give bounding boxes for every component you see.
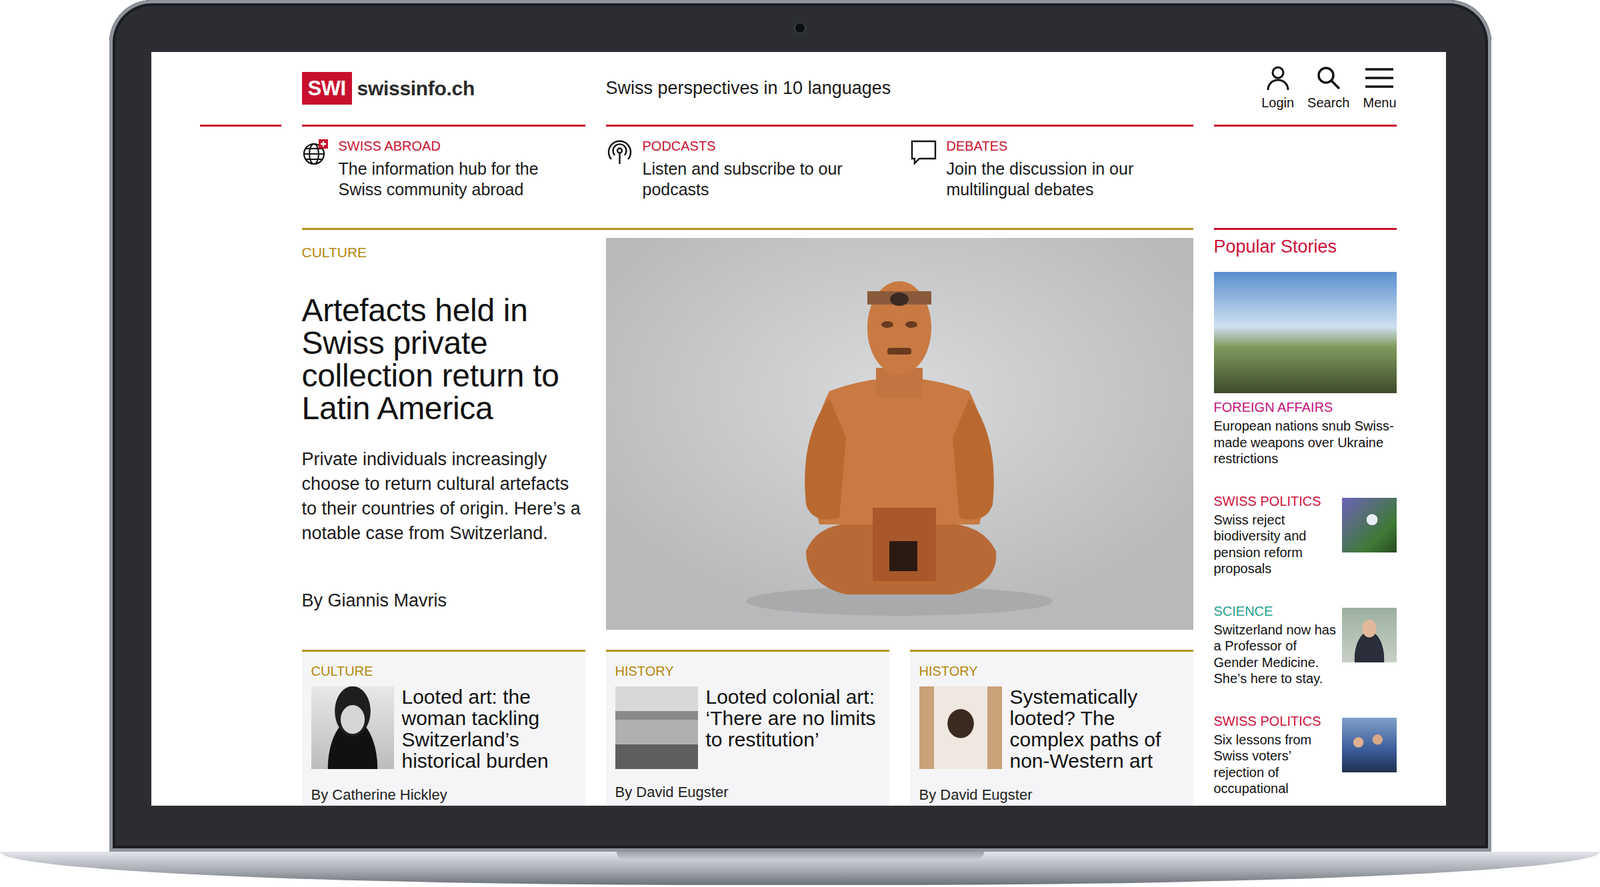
story-card-body: Looted colonial art: ‘There are no limit… (615, 686, 880, 770)
laptop-lid: SWIswissinfo.ch Swiss perspectives in 10 … (109, 0, 1492, 852)
story-category[interactable]: HISTORY (919, 661, 1184, 682)
site-logo[interactable]: SWIswissinfo.ch (302, 52, 586, 125)
popular-story-category[interactable]: SWISS POLITICS (1214, 712, 1337, 730)
hero-title[interactable]: Artefacts held in Swiss private collecti… (302, 294, 586, 425)
header-action-label[interactable]: Search (1307, 92, 1350, 113)
quick-link-text: DEBATES Join the discussion in our multil… (946, 137, 1194, 200)
header-action-button[interactable]: Menu (1362, 64, 1396, 113)
popular-story-title[interactable]: Switzerland now has a Professor of Gende… (1214, 622, 1337, 688)
story-thumbnail[interactable] (919, 686, 1002, 770)
story-author[interactable]: By David Eugster (615, 781, 880, 804)
story-card-body: Looted art: the woman tackling Switzerla… (311, 686, 576, 772)
popular-story-category[interactable]: FOREIGN AFFAIRS (1214, 398, 1397, 416)
quick-link-text: SWISS ABROAD The information hub for the … (338, 137, 586, 200)
gutter-line (200, 124, 282, 228)
hero-author[interactable]: By Giannis Mavris (302, 587, 586, 631)
popular-story-thumbnail[interactable] (1342, 608, 1397, 663)
podcast-icon (606, 137, 634, 200)
story-card-body: Systematically looted? The complex paths… (919, 686, 1184, 772)
story-card[interactable]: HISTORY Systematically looted? The comple… (910, 650, 1194, 806)
popular-story[interactable]: SWISS POLITICS Swiss reject biodiversity … (1214, 487, 1397, 578)
hero-text: CULTURE Artefacts held in Swiss private c… (302, 238, 586, 630)
logo-mark[interactable]: SWI (302, 72, 352, 105)
header-actions: Login Search Menu (1214, 52, 1397, 125)
tagline: Swiss perspectives in 10 languages (606, 74, 892, 102)
story-thumbnail[interactable] (615, 686, 698, 770)
laptop-mockup: SWIswissinfo.ch Swiss perspectives in 10 … (0, 0, 1600, 886)
header-action-button[interactable]: Search (1307, 64, 1350, 113)
popular-story-category[interactable]: SCIENCE (1214, 602, 1337, 620)
story-title[interactable]: Looted colonial art: ‘There are no limit… (706, 686, 880, 770)
story-card[interactable]: HISTORY Looted colonial art: ‘There are n… (606, 650, 890, 806)
speech-bubble-icon (910, 137, 938, 200)
quick-link[interactable]: PODCASTS Listen and subscribe to our podc… (606, 137, 890, 200)
popular-stories: Popular Stories FOREIGN AFFAIRS European n… (1214, 228, 1397, 806)
content-gutter (200, 228, 282, 806)
laptop-base (0, 852, 1600, 886)
popular-story-image[interactable] (1214, 272, 1397, 394)
tagline-cell: Swiss perspectives in 10 languages (606, 52, 1194, 125)
quick-link-label[interactable]: DEBATES (946, 137, 1194, 155)
search-icon (1315, 64, 1342, 92)
story-category[interactable]: CULTURE (311, 661, 576, 682)
popular-stories-title: Popular Stories (1214, 235, 1397, 259)
popular-story-text: SCIENCE Switzerland now has a Professor o… (1214, 597, 1337, 688)
hero-grid: CULTURE Artefacts held in Swiss private c… (302, 230, 1194, 630)
story-title[interactable]: Systematically looted? The complex paths… (1010, 686, 1184, 772)
sidebar-top-line (1214, 124, 1397, 228)
globe-icon (302, 137, 330, 200)
story-author[interactable]: By Catherine Hickley (311, 784, 576, 806)
header-action-label[interactable]: Login (1261, 92, 1294, 113)
popular-story-category[interactable]: SWISS POLITICS (1214, 492, 1337, 510)
quick-link-cell: SWISS ABROAD The information hub for the … (302, 124, 586, 228)
popular-story[interactable]: FOREIGN AFFAIRS European nations snub Swi… (1214, 272, 1397, 468)
quick-link-pair-grid: PODCASTS Listen and subscribe to our podc… (606, 137, 1194, 200)
popular-story[interactable]: SCIENCE Switzerland now has a Professor o… (1214, 597, 1397, 688)
menu-icon (1364, 64, 1395, 92)
quick-link-description[interactable]: The information hub for the Swiss commun… (338, 158, 586, 200)
header-action-label[interactable]: Menu (1362, 92, 1396, 113)
hero-summary: Private individuals increasingly choose … (302, 447, 586, 546)
quick-link-pair: PODCASTS Listen and subscribe to our podc… (606, 124, 1194, 228)
popular-story-thumbnail[interactable] (1342, 718, 1397, 773)
popular-story-title[interactable]: Swiss reject biodiversity and pension re… (1214, 512, 1337, 578)
hero-section: CULTURE Artefacts held in Swiss private c… (302, 228, 1194, 630)
main-content: CULTURE Artefacts held in Swiss private c… (302, 228, 1194, 806)
popular-story-row: SCIENCE Switzerland now has a Professor o… (1214, 597, 1397, 688)
laptop-notch (616, 852, 984, 860)
story-category[interactable]: HISTORY (615, 661, 880, 682)
quick-link[interactable]: DEBATES Join the discussion in our multil… (910, 137, 1194, 200)
quick-link-text: PODCASTS Listen and subscribe to our podc… (642, 137, 890, 200)
popular-story-thumbnail[interactable] (1342, 498, 1397, 553)
popular-story-row: SWISS POLITICS Swiss reject biodiversity … (1214, 487, 1397, 578)
laptop-screen: SWIswissinfo.ch Swiss perspectives in 10 … (151, 52, 1446, 806)
popular-story-text: SWISS POLITICS Six lessons from Swiss vot… (1214, 707, 1337, 798)
story-card[interactable]: CULTURE Looted art: the woman tackling Sw… (302, 650, 586, 806)
user-icon (1264, 64, 1292, 92)
popular-story-row: SWISS POLITICS Six lessons from Swiss vot… (1214, 707, 1397, 798)
popular-story-title[interactable]: Six lessons from Swiss voters’ rejection… (1214, 732, 1337, 798)
quick-link[interactable]: SWISS ABROAD The information hub for the … (302, 137, 586, 200)
story-title[interactable]: Looted art: the woman tackling Switzerla… (402, 686, 576, 772)
quick-link-label[interactable]: PODCASTS (642, 137, 890, 155)
popular-story-title[interactable]: European nations snub Swiss-made weapons… (1214, 418, 1397, 468)
hero-image (606, 238, 1194, 630)
quick-link-description[interactable]: Join the discussion in our multilingual … (946, 158, 1194, 200)
related-stories: CULTURE Looted art: the woman tackling Sw… (302, 650, 1194, 806)
hero-category[interactable]: CULTURE (302, 242, 586, 264)
header-gutter (200, 52, 282, 125)
quick-link-label[interactable]: SWISS ABROAD (338, 137, 586, 155)
story-author[interactable]: By David Eugster (919, 784, 1184, 806)
popular-story[interactable]: SWISS POLITICS Six lessons from Swiss vot… (1214, 707, 1397, 798)
quick-link-description[interactable]: Listen and subscribe to our podcasts (642, 158, 890, 200)
story-thumbnail[interactable] (311, 686, 394, 770)
header-action-button[interactable]: Login (1261, 64, 1294, 113)
camera-icon (795, 23, 805, 33)
site-page: SWIswissinfo.ch Swiss perspectives in 10 … (151, 52, 1446, 806)
popular-story-text: SWISS POLITICS Swiss reject biodiversity … (1214, 487, 1337, 578)
logo-text[interactable]: swissinfo.ch (357, 73, 475, 104)
